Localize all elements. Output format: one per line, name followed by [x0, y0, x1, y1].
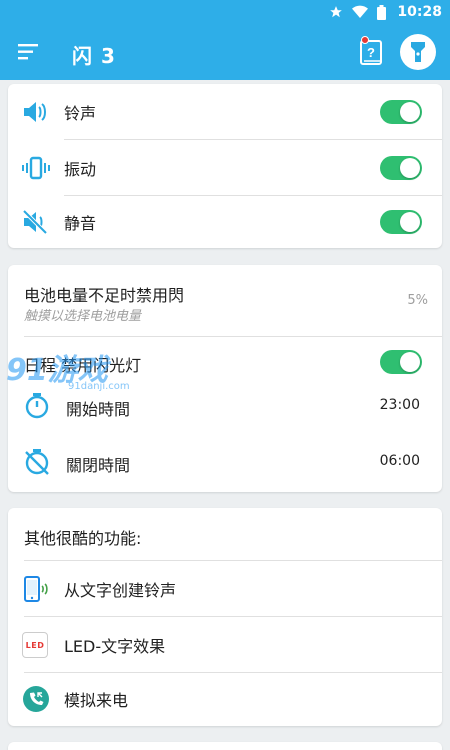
sound-settings-card: 铃声 振动 静音 — [8, 84, 442, 248]
mute-label: 静音 — [64, 214, 97, 233]
notification-dot — [361, 36, 369, 44]
mute-icon — [22, 208, 50, 236]
toggle-knob — [400, 158, 420, 178]
text-ringtone-row[interactable]: 从文字创建铃声 — [8, 561, 442, 617]
battery-schedule-card: 电池电量不足时禁用閃 触摸以选择电池电量 5% 日程 禁用闪光灯 開始時間 23… — [8, 265, 442, 492]
ringtone-toggle[interactable] — [380, 100, 422, 124]
status-bar: 10:28 — [0, 0, 450, 24]
svg-text:?: ? — [367, 45, 375, 60]
timer-off-icon — [24, 449, 50, 479]
ringtone-label: 铃声 — [64, 104, 97, 123]
battery-threshold-title: 电池电量不足时禁用閃 — [24, 286, 185, 305]
end-time-row[interactable]: 關閉時間 06:00 — [8, 437, 442, 487]
toggle-knob — [400, 352, 420, 372]
led-icon-text: LED — [25, 640, 45, 650]
led-text-label: LED-文字效果 — [64, 637, 166, 656]
start-time-label: 開始時間 — [66, 400, 131, 419]
status-time: 10:28 — [397, 4, 442, 20]
ringtone-row[interactable]: 铃声 — [8, 84, 442, 140]
toggle-knob — [400, 212, 420, 232]
battery-icon — [377, 4, 387, 20]
incoming-call-icon — [22, 685, 50, 713]
end-time-value: 06:00 — [379, 453, 420, 469]
menu-icon — [18, 44, 38, 60]
app-title: 闪 3 — [72, 44, 116, 68]
phone-sound-icon — [22, 575, 50, 603]
menu-button[interactable] — [18, 42, 40, 62]
battery-threshold-value: 5% — [407, 293, 428, 308]
vibrate-row[interactable]: 振动 — [8, 140, 442, 196]
battery-threshold-row[interactable]: 电池电量不足时禁用閃 触摸以选择电池电量 5% — [8, 265, 442, 335]
start-time-value: 23:00 — [379, 397, 420, 413]
schedule-toggle[interactable] — [380, 350, 422, 374]
timer-icon — [24, 393, 50, 423]
wifi-icon — [352, 5, 369, 19]
star-icon — [329, 5, 343, 19]
start-time-row[interactable]: 開始時間 23:00 — [8, 381, 442, 431]
toggle-knob — [400, 102, 420, 122]
vibrate-icon — [22, 154, 50, 182]
end-time-label: 關閉時間 — [66, 456, 131, 475]
features-card: 其他很酷的功能: 从文字创建铃声 LED LED-文字效果 模拟来电 — [8, 508, 442, 726]
app-bar: 闪 3 ? — [0, 24, 450, 80]
features-header: 其他很酷的功能: — [24, 529, 142, 548]
fake-call-label: 模拟来电 — [64, 691, 129, 710]
battery-threshold-subtitle: 触摸以选择电池电量 — [24, 309, 142, 324]
vibrate-label: 振动 — [64, 160, 97, 179]
next-card-partial — [8, 742, 442, 750]
schedule-row[interactable]: 日程 禁用闪光灯 — [8, 337, 442, 387]
schedule-label: 日程 禁用闪光灯 — [24, 356, 142, 375]
led-text-row[interactable]: LED LED-文字效果 — [8, 617, 442, 673]
mute-row[interactable]: 静音 — [8, 194, 442, 250]
fake-call-row[interactable]: 模拟来电 — [8, 671, 442, 727]
led-text-icon: LED — [22, 632, 48, 658]
flashlight-button[interactable] — [400, 34, 436, 70]
vibrate-toggle[interactable] — [380, 156, 422, 180]
flashlight-icon — [411, 42, 425, 62]
mute-toggle[interactable] — [380, 210, 422, 234]
speaker-icon — [22, 98, 50, 126]
text-ringtone-label: 从文字创建铃声 — [64, 581, 177, 600]
